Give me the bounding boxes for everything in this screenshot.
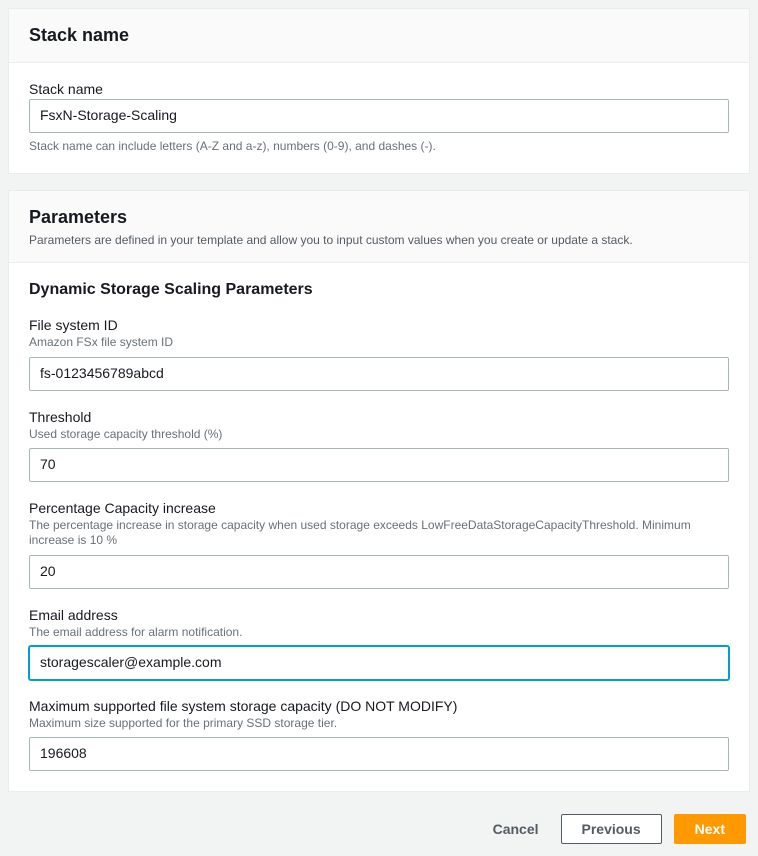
threshold-group: Threshold Used storage capacity threshol… (29, 409, 729, 482)
parameters-panel: Parameters Parameters are defined in you… (8, 190, 750, 792)
stack-name-helper: Stack name can include letters (A-Z and … (29, 139, 729, 153)
footer-actions: Cancel Previous Next (8, 808, 750, 848)
stack-name-form-group: Stack name Stack name can include letter… (29, 81, 729, 153)
stack-name-body: Stack name Stack name can include letter… (9, 63, 749, 173)
pct-increase-input[interactable] (29, 555, 729, 589)
pct-increase-group: Percentage Capacity increase The percent… (29, 500, 729, 589)
file-system-id-group: File system ID Amazon FSx file system ID (29, 317, 729, 390)
parameters-title: Parameters (29, 207, 729, 228)
file-system-id-hint: Amazon FSx file system ID (29, 335, 729, 351)
parameters-group-title: Dynamic Storage Scaling Parameters (29, 281, 729, 299)
threshold-hint: Used storage capacity threshold (%) (29, 427, 729, 443)
max-capacity-group: Maximum supported file system storage ca… (29, 698, 729, 771)
cancel-button[interactable]: Cancel (483, 815, 549, 843)
email-input[interactable] (29, 646, 729, 680)
threshold-label: Threshold (29, 409, 729, 425)
stack-name-header: Stack name (9, 9, 749, 63)
stack-name-input[interactable] (29, 99, 729, 133)
stack-name-title: Stack name (29, 25, 729, 46)
file-system-id-input[interactable] (29, 357, 729, 391)
max-capacity-label: Maximum supported file system storage ca… (29, 698, 729, 714)
next-button[interactable]: Next (674, 814, 746, 844)
pct-increase-label: Percentage Capacity increase (29, 500, 729, 516)
email-hint: The email address for alarm notification… (29, 625, 729, 641)
stack-name-label: Stack name (29, 81, 729, 97)
pct-increase-hint: The percentage increase in storage capac… (29, 518, 729, 549)
parameters-body: Dynamic Storage Scaling Parameters File … (9, 263, 749, 791)
max-capacity-hint: Maximum size supported for the primary S… (29, 716, 729, 732)
email-group: Email address The email address for alar… (29, 607, 729, 680)
file-system-id-label: File system ID (29, 317, 729, 333)
threshold-input[interactable] (29, 448, 729, 482)
email-label: Email address (29, 607, 729, 623)
stack-name-panel: Stack name Stack name Stack name can inc… (8, 8, 750, 174)
parameters-desc: Parameters are defined in your template … (29, 232, 729, 249)
previous-button[interactable]: Previous (561, 814, 662, 844)
max-capacity-input[interactable] (29, 737, 729, 771)
parameters-header: Parameters Parameters are defined in you… (9, 191, 749, 264)
